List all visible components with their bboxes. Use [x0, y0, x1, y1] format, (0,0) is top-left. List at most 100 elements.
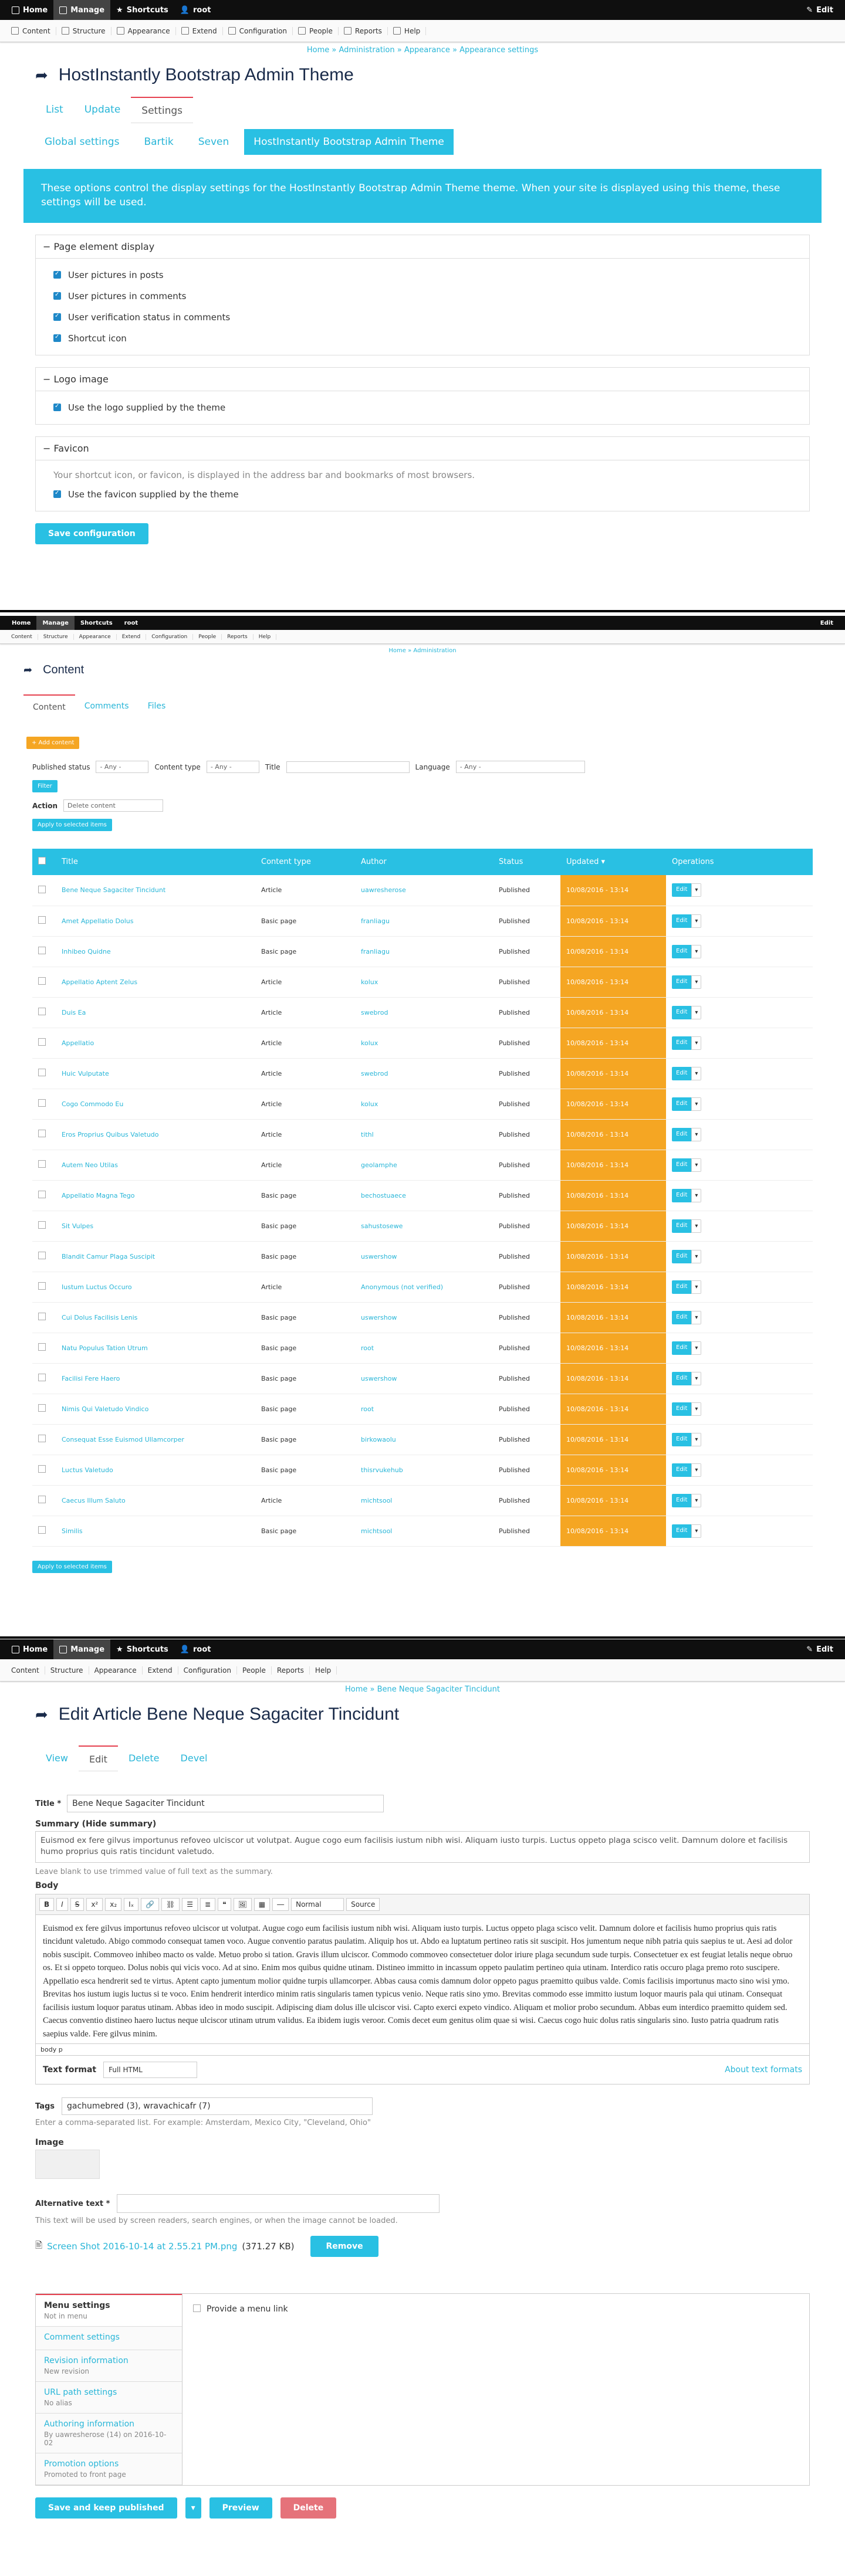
- edit-button[interactable]: Edit ▾: [672, 1249, 702, 1263]
- row-select[interactable]: [32, 1424, 56, 1455]
- tray-reports[interactable]: Reports: [222, 633, 254, 640]
- row-title[interactable]: Caecus Illum Saluto: [56, 1485, 255, 1516]
- row-author[interactable]: kolux: [355, 1089, 493, 1120]
- checkbox[interactable]: [53, 334, 61, 343]
- row-checkbox[interactable]: [38, 1404, 46, 1412]
- row-checkbox[interactable]: [38, 1465, 46, 1473]
- tab-update[interactable]: Update: [74, 97, 131, 123]
- row-select[interactable]: [32, 967, 56, 998]
- col-status[interactable]: Status: [493, 849, 560, 875]
- checkbox-user-verification[interactable]: User verification status in comments: [53, 307, 792, 328]
- row-select[interactable]: [32, 906, 56, 937]
- toolbar-home[interactable]: Home: [6, 0, 53, 20]
- row-select[interactable]: [32, 1150, 56, 1181]
- tab-global-settings[interactable]: Global settings: [35, 129, 129, 155]
- back-arrow-icon[interactable]: ➦: [23, 664, 32, 676]
- row-select[interactable]: [32, 1180, 56, 1211]
- edit-button[interactable]: Edit ▾: [672, 1341, 702, 1355]
- edit-button[interactable]: Edit ▾: [672, 944, 702, 958]
- edit-button[interactable]: Edit ▾: [672, 1127, 702, 1141]
- checkbox-default-favicon[interactable]: Use the favicon supplied by the theme: [53, 484, 792, 505]
- chevron-down-icon[interactable]: ▾: [691, 1402, 702, 1416]
- row-checkbox[interactable]: [38, 1313, 46, 1320]
- alt-input[interactable]: [117, 2194, 440, 2213]
- row-checkbox[interactable]: [38, 1496, 46, 1503]
- toolbar-shortcuts[interactable]: ★ Shortcuts: [110, 0, 174, 20]
- edit-button[interactable]: Edit ▾: [672, 1402, 702, 1416]
- chevron-down-icon[interactable]: ▾: [691, 1188, 702, 1202]
- tab-delete[interactable]: Delete: [118, 1745, 170, 1771]
- vertical-tab[interactable]: URL path settings No alias: [36, 2382, 182, 2414]
- toolbar-edit[interactable]: Edit: [814, 616, 839, 630]
- add-content-button[interactable]: + Add content: [26, 737, 80, 749]
- toolbar-edit[interactable]: ✎ Edit: [800, 1639, 839, 1659]
- image-button[interactable]: 🖼: [233, 1898, 252, 1911]
- row-checkbox[interactable]: [38, 1069, 46, 1076]
- row-author[interactable]: franliagu: [355, 906, 493, 937]
- row-title[interactable]: Cogo Commodo Eu: [56, 1089, 255, 1120]
- row-checkbox[interactable]: [38, 916, 46, 924]
- tab-view[interactable]: View: [35, 1745, 79, 1771]
- row-select[interactable]: [32, 1302, 56, 1333]
- fieldset-legend[interactable]: − Favicon: [36, 437, 809, 460]
- toolbar-manage[interactable]: Manage: [53, 0, 111, 20]
- row-checkbox[interactable]: [38, 1221, 46, 1229]
- tags-input[interactable]: gachumebred (3), wravachicafr (7): [62, 2097, 373, 2115]
- remove-format-button[interactable]: Iₓ: [124, 1898, 139, 1911]
- tray-content[interactable]: Content: [6, 633, 38, 640]
- provide-menu-link-checkbox[interactable]: [193, 2304, 201, 2312]
- row-author[interactable]: root: [355, 1333, 493, 1364]
- checkbox[interactable]: [53, 403, 61, 412]
- vertical-tab[interactable]: Comment settings: [36, 2327, 182, 2350]
- vertical-tab[interactable]: Revision information New revision: [36, 2350, 182, 2382]
- checkbox[interactable]: [53, 270, 61, 279]
- tab-hostinstantly[interactable]: HostInstantly Bootstrap Admin Theme: [244, 129, 454, 155]
- toolbar-user[interactable]: 👤 root: [174, 1639, 217, 1659]
- tray-configuration[interactable]: Configuration: [223, 26, 293, 35]
- edit-button[interactable]: Edit ▾: [672, 1310, 702, 1324]
- blockquote-button[interactable]: ❝: [218, 1898, 231, 1911]
- type-select[interactable]: - Any -: [206, 761, 259, 773]
- row-select[interactable]: [32, 1455, 56, 1486]
- row-checkbox[interactable]: [38, 1160, 46, 1168]
- remove-button[interactable]: Remove: [310, 2236, 378, 2257]
- chevron-down-icon[interactable]: ▾: [691, 1249, 702, 1263]
- chevron-down-icon[interactable]: ▾: [691, 1005, 702, 1019]
- row-title[interactable]: Bene Neque Sagaciter Tincidunt: [56, 875, 255, 906]
- breadcrumb[interactable]: Home » Bene Neque Sagaciter Tincidunt: [0, 1682, 845, 1696]
- row-title[interactable]: Luctus Valetudo: [56, 1455, 255, 1486]
- row-checkbox[interactable]: [38, 1191, 46, 1198]
- source-button[interactable]: Source: [346, 1898, 380, 1911]
- row-checkbox[interactable]: [38, 1130, 46, 1137]
- title-filter-input[interactable]: [286, 761, 410, 773]
- edit-button[interactable]: Edit ▾: [672, 975, 702, 989]
- body-editor[interactable]: Euismod ex fere gilvus importunus refove…: [35, 1915, 810, 2044]
- tray-content[interactable]: Content: [6, 26, 56, 35]
- edit-button[interactable]: Edit ▾: [672, 1463, 702, 1477]
- summary-textarea[interactable]: Euismod ex fere gilvus importunus refove…: [35, 1831, 810, 1863]
- row-checkbox[interactable]: [38, 1008, 46, 1015]
- row-select[interactable]: [32, 875, 56, 906]
- row-author[interactable]: thisrvukehub: [355, 1455, 493, 1486]
- apply-button-bottom[interactable]: Apply to selected items: [32, 1560, 112, 1573]
- chevron-down-icon[interactable]: ▾: [691, 1463, 702, 1477]
- col-updated[interactable]: Updated ▾: [560, 849, 666, 875]
- tab-bartik[interactable]: Bartik: [134, 129, 182, 155]
- toolbar-manage[interactable]: Manage: [53, 1639, 111, 1659]
- delete-button[interactable]: Delete: [280, 2497, 337, 2519]
- checkbox-user-pictures-comments[interactable]: User pictures in comments: [53, 286, 792, 307]
- tray-content[interactable]: Content: [6, 1666, 45, 1675]
- action-select[interactable]: Delete content: [63, 799, 164, 812]
- tab-settings[interactable]: Settings: [131, 97, 194, 123]
- row-title[interactable]: Huic Vulputate: [56, 1058, 255, 1089]
- status-select[interactable]: - Any -: [96, 761, 149, 773]
- edit-button[interactable]: Edit ▾: [672, 883, 702, 897]
- toolbar-shortcuts[interactable]: ★ Shortcuts: [110, 1639, 174, 1659]
- row-checkbox[interactable]: [38, 1252, 46, 1259]
- row-title[interactable]: Natu Populus Tation Utrum: [56, 1333, 255, 1364]
- row-author[interactable]: tithl: [355, 1119, 493, 1150]
- toolbar-home[interactable]: Home: [6, 1639, 53, 1659]
- chevron-down-icon[interactable]: ▾: [691, 1158, 702, 1172]
- tray-structure[interactable]: Structure: [56, 26, 111, 35]
- row-select[interactable]: [32, 1516, 56, 1547]
